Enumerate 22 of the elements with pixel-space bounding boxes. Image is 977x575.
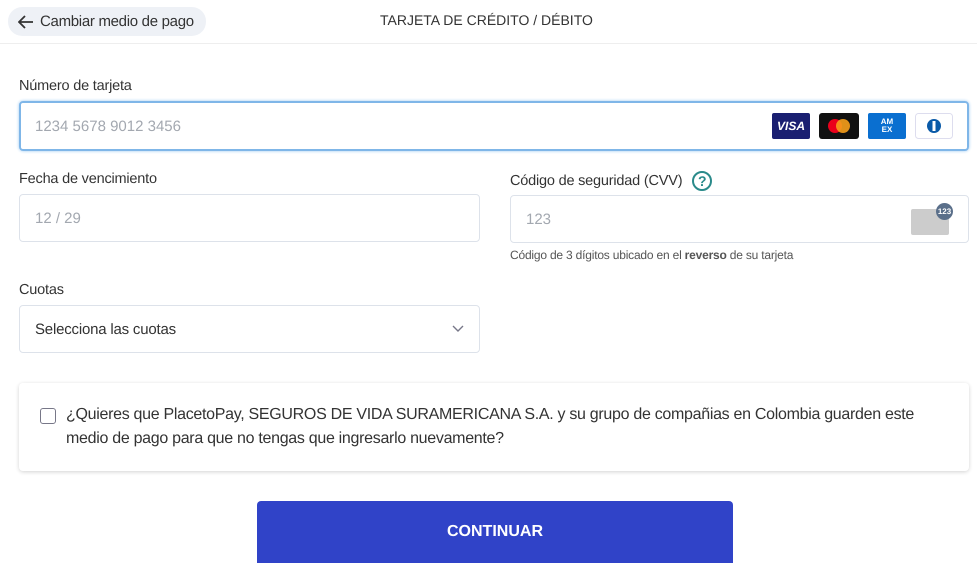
checkbox[interactable] <box>40 408 56 424</box>
field-label: Cuotas <box>19 282 65 298</box>
placeholder-text: 123 <box>526 210 552 228</box>
help-button[interactable]: ? <box>692 171 712 191</box>
card-number-field[interactable]: 1234 5678 9012 3456 VISA AM EX <box>19 101 969 151</box>
page-title: TARJETA DE CRÉDITO / DÉBITO <box>380 12 593 28</box>
field-hint: Código de 3 dígitos ubicado en el reverso de su tarjeta <box>510 248 794 262</box>
visa-logo: VISA <box>772 113 810 139</box>
save-card-text: ¿Quieres que PlacetoPay, SEGUROS DE VIDA SURAMERICANA S.A. y su grupo de compañias en Colombia guarden este medio de pago para que no tengas que ingresarlo nuevamente? <box>66 405 916 449</box>
arrow-left-icon <box>18 14 34 28</box>
field-label: Código de seguridad (CVV) <box>510 173 682 189</box>
diners-logo <box>915 113 953 139</box>
continue-button[interactable]: CONTINUAR <box>257 501 733 563</box>
placeholder-text: 1234 5678 9012 3456 <box>35 118 182 134</box>
cvv-field[interactable]: 123 123 <box>510 195 969 243</box>
back-button[interactable]: Cambiar medio de pago <box>8 7 206 36</box>
mastercard-logo <box>819 113 859 139</box>
installments-select[interactable]: Selecciona las cuotas <box>19 305 480 353</box>
field-label: Número de tarjeta <box>19 78 133 94</box>
chevron-down-icon <box>452 325 464 333</box>
field-label: Fecha de vencimiento <box>19 171 158 187</box>
amex-logo: AM EX <box>868 113 906 139</box>
